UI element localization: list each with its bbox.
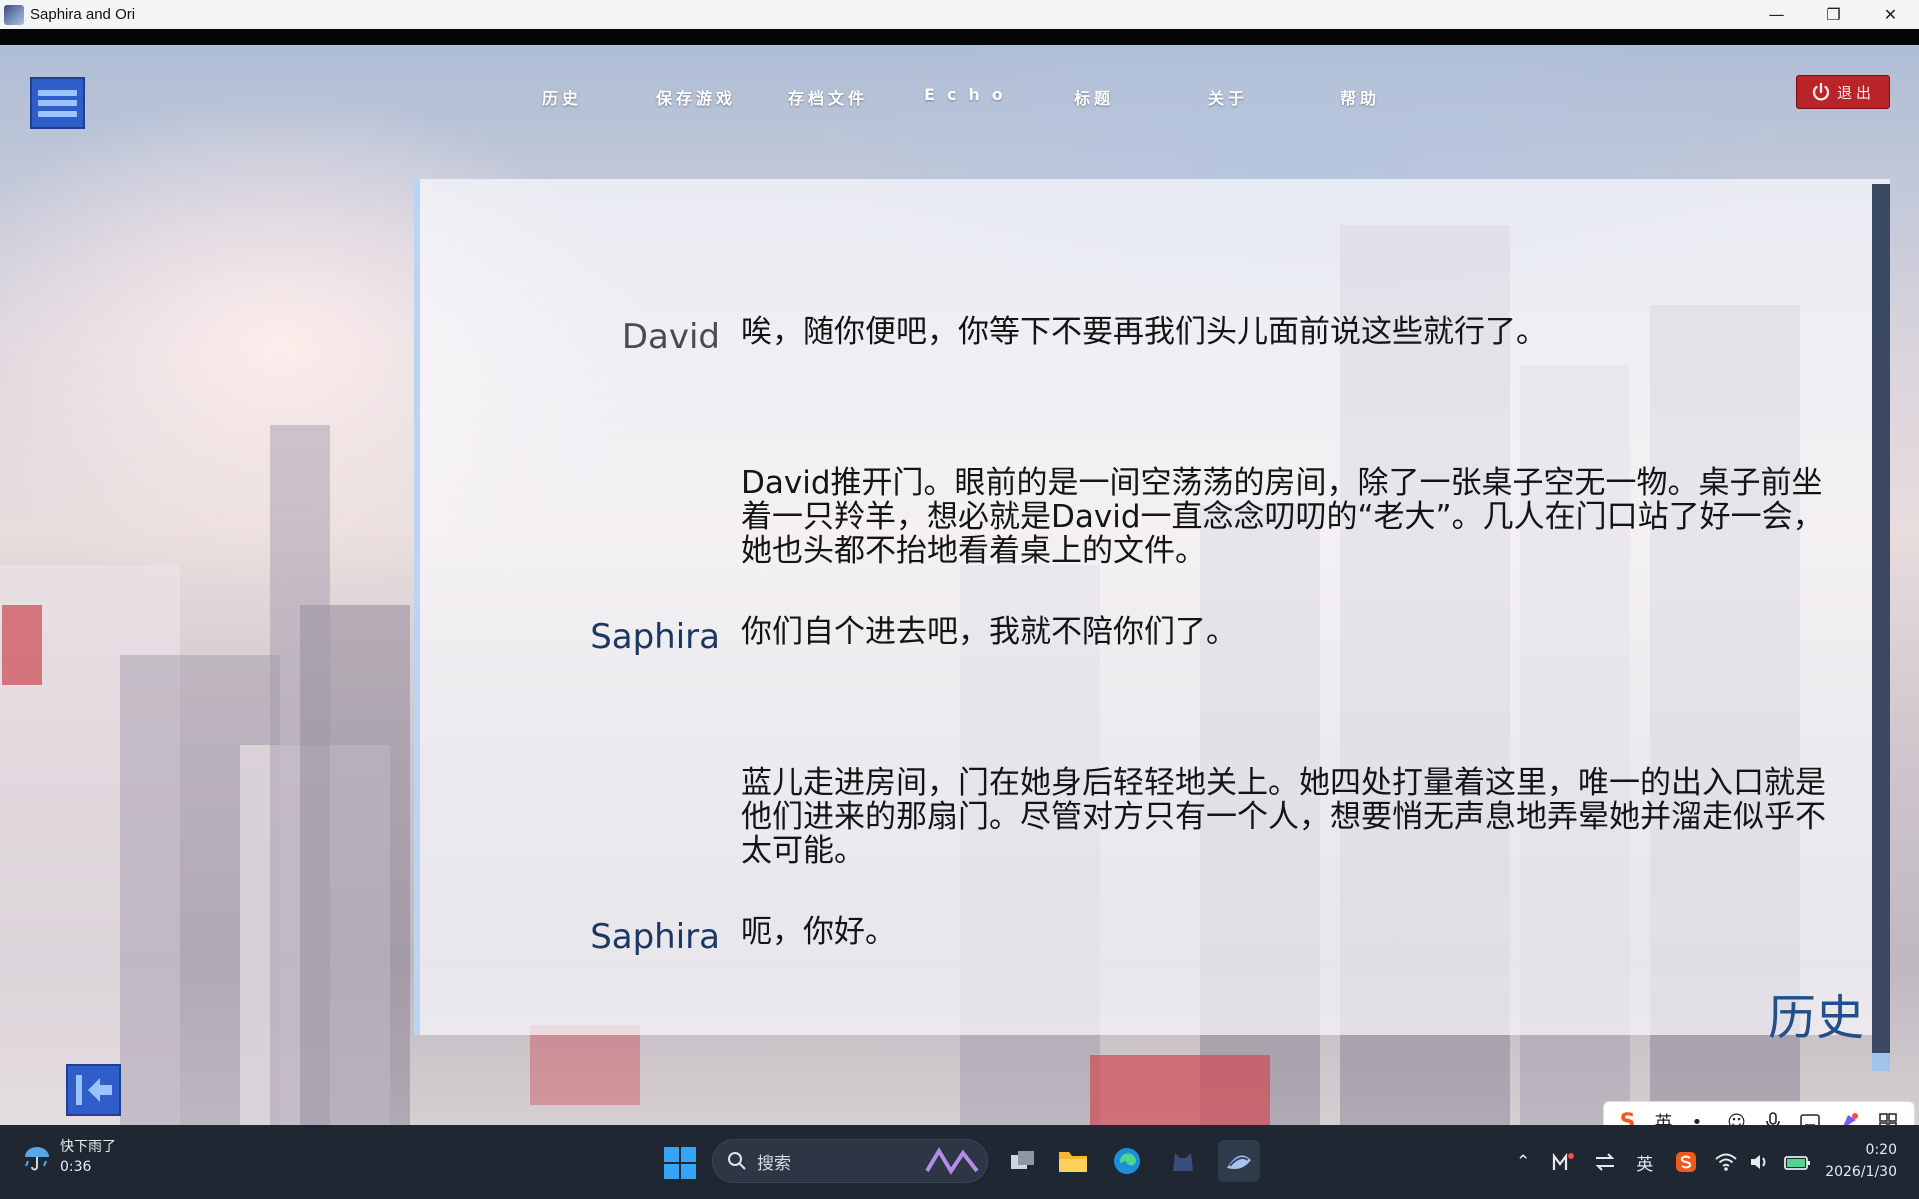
search-icon [728, 1152, 746, 1170]
top-nav: 历史 保存游戏 存档文件 Echo 标题 关于 帮助 [0, 85, 1919, 115]
input-language-indicator[interactable]: 英 [1636, 1150, 1653, 1175]
nav-save-game[interactable]: 保存游戏 [656, 85, 736, 109]
file-explorer-icon[interactable] [1052, 1140, 1094, 1182]
quit-button[interactable]: 退出 [1796, 75, 1890, 109]
clock-time: 0:20 [1865, 1142, 1897, 1158]
nav-echo[interactable]: Echo [924, 85, 1015, 104]
minimize-button[interactable]: — [1748, 0, 1805, 29]
window-controls: — ❐ ✕ [1748, 0, 1919, 29]
app-icon [4, 4, 24, 25]
speaker-name: David [621, 317, 720, 357]
dialogue-text: 唉，随你便吧，你等下不要再我们头儿面前说这些就行了。 [741, 314, 1547, 350]
windows-start-icon[interactable] [664, 1147, 696, 1179]
weather-text: 快下雨了 [60, 1139, 116, 1155]
umbrella-rain-icon [25, 1147, 49, 1171]
clock-date: 2026/1/30 [1825, 1164, 1897, 1180]
system-clock[interactable]: 0:20 2026/1/30 [1825, 1139, 1897, 1183]
exit-arrow-icon [75, 1075, 112, 1105]
weather-subtext: 0:36 [60, 1159, 92, 1175]
return-button[interactable] [66, 1064, 121, 1116]
quit-label: 退出 [1836, 83, 1875, 102]
taskbar-search[interactable]: 搜索 [712, 1139, 988, 1183]
narration-text: David推开门。眼前的是一间空荡荡的房间，除了一张桌子空无一物。桌子前坐着一只… [741, 465, 1824, 569]
restore-button[interactable]: ❐ [1805, 0, 1862, 29]
weather-widget[interactable]: 快下雨了 0:36 [22, 1137, 116, 1177]
search-placeholder: 搜索 [757, 1153, 791, 1174]
search-highlight-icon [925, 1147, 979, 1175]
chevron-up-icon[interactable]: ⌃ [1516, 1152, 1530, 1172]
game-app-icon[interactable] [1162, 1140, 1204, 1182]
tray-app-icon[interactable] [1552, 1152, 1575, 1172]
dialogue-text: 呃，你好。 [741, 914, 896, 950]
power-icon [1812, 82, 1830, 101]
nav-help[interactable]: 帮助 [1340, 85, 1380, 109]
history-scrollbar[interactable] [1872, 184, 1890, 1071]
nav-title[interactable]: 标题 [1074, 85, 1114, 109]
nav-load-file[interactable]: 存档文件 [788, 85, 868, 109]
network-switch-icon[interactable] [1594, 1152, 1616, 1172]
close-button[interactable]: ✕ [1862, 0, 1919, 29]
speaker-name: Saphira [590, 917, 720, 957]
sogou-tray-icon[interactable] [1675, 1151, 1697, 1173]
system-tray: ⌃ 英 [1504, 1125, 1819, 1199]
history-panel: David 唉，随你便吧，你等下不要再我们头儿面前说这些就行了。 David推开… [414, 179, 1890, 1035]
window-border [0, 29, 1919, 45]
nav-history[interactable]: 历史 [542, 85, 582, 109]
dialogue-text: 你们自个进去吧，我就不陪你们了。 [741, 614, 1237, 650]
window-titlebar: Saphira and Ori — ❐ ✕ [0, 0, 1919, 29]
narration-text: 蓝儿走进房间，门在她身后轻轻地关上。她四处打量着这里，唯一的出入口就是他们进来的… [741, 765, 1826, 869]
taskbar: 快下雨了 0:36 搜索 ⌃ 英 0:20 2026/1/30 [0, 1125, 1919, 1199]
scrollbar-thumb[interactable] [1872, 1053, 1890, 1071]
speaker-name: Saphira [590, 617, 720, 657]
panel-title: 历史 [1768, 990, 1865, 1046]
battery-icon[interactable] [1783, 1152, 1813, 1172]
wifi-icon[interactable] [1715, 1153, 1737, 1171]
saphira-and-ori-app-icon[interactable] [1218, 1140, 1260, 1182]
volume-icon[interactable] [1749, 1152, 1771, 1172]
window-title: Saphira and Ori [30, 6, 136, 23]
edge-browser-icon[interactable] [1106, 1140, 1148, 1182]
nav-about[interactable]: 关于 [1208, 85, 1248, 109]
task-view-icon[interactable] [1002, 1140, 1044, 1182]
